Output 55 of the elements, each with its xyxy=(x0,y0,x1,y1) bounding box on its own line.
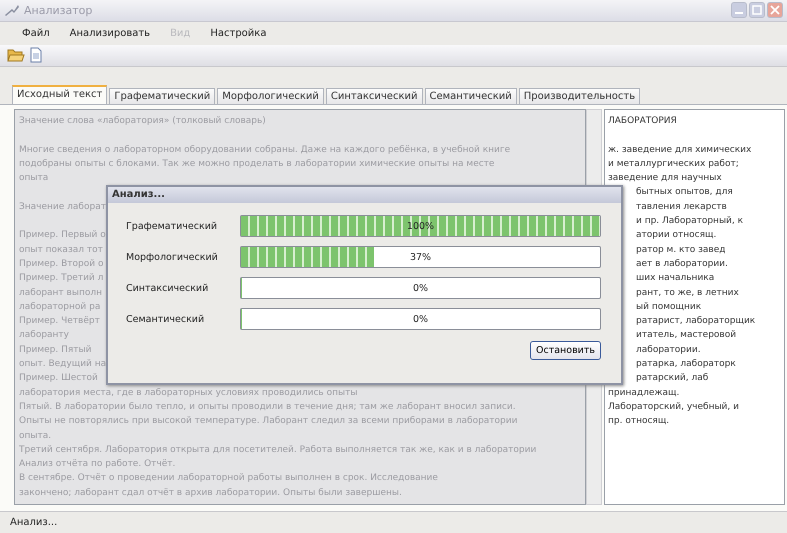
text-line: лаборант выполн xyxy=(19,286,102,300)
text-line: опыта. xyxy=(19,430,52,443)
text-line: Пример. Второй о xyxy=(19,258,104,271)
dialog-title: Анализ... xyxy=(108,187,621,203)
text-line: ый помощник xyxy=(636,300,702,314)
text-line: Пример. Шестой xyxy=(19,372,98,386)
text-line: Пример. Третий л xyxy=(19,272,104,286)
text-line: Значение слова «лаборатория» (толковый словарь) xyxy=(19,115,266,128)
progress-reading: 37% xyxy=(408,250,432,264)
text-line: тавления лекарств xyxy=(636,200,727,214)
text-line: Пример. Первый о xyxy=(19,229,106,242)
text-line: Анализ отчёта по работе. Отчёт. xyxy=(19,458,176,472)
progress-label: Морфологический xyxy=(126,252,219,262)
text-line: В сентябре. Отчёт о проведении лабораторной работы выполнен в срок. Исследование xyxy=(19,472,438,486)
text-line: ж. заведение для химических xyxy=(608,144,752,157)
text-line: ших начальника xyxy=(636,272,714,286)
status-text: Анализ... xyxy=(10,516,58,528)
text-line: Значение лаборат xyxy=(19,200,106,214)
text-line: ратарка, лабораторк xyxy=(636,358,736,372)
text-line: лабораторной ра xyxy=(19,300,100,314)
text-line: и пр. Лабораторный, к xyxy=(636,215,744,228)
text-line: ЛАБОРАТОРИЯ xyxy=(608,115,677,128)
text-line: заведение для научных xyxy=(608,172,722,186)
text-line: Пример. Пятый xyxy=(19,344,92,357)
progress-label: Графематический xyxy=(126,220,218,232)
text-line: рант, то же, в летних xyxy=(636,286,739,300)
text-line: подобраны опыты с блоками. Так же можно проделать в лаборатории химические опыты на месте xyxy=(19,158,494,171)
text-line: итатель, мастеровой xyxy=(636,329,736,342)
text-line: Пятый. В лаборатории было тепло, и опыты проводили в течение дня; там же лаборант вносил записи. xyxy=(19,400,516,414)
text-line: ратарист, лабораторщик xyxy=(636,315,756,328)
progress-label: Синтаксический xyxy=(126,282,210,294)
text-line: Многие сведения о лабораторном оборудовании собраны. Даже на каждого ребёнка, в учебной книге xyxy=(19,144,510,157)
text-line: закончено; лаборант сдал отчёт в архив лаборатории. Опыты были завершены. xyxy=(19,486,402,500)
text-line: атории относящ. xyxy=(636,229,716,242)
text-line: бытных опытов, для xyxy=(636,186,733,200)
text-line: опыта xyxy=(19,172,48,186)
progress-reading: 0% xyxy=(412,312,430,326)
text-line: опыт. Ведущий на xyxy=(19,358,106,372)
text-line: Лабораторский, учебный, и xyxy=(608,400,739,414)
text-line: ратор м. кто завед xyxy=(636,244,726,257)
window-title: Анализатор xyxy=(24,4,94,17)
text-line: лаборатория места, где в лабораторных условиях проводились опыты xyxy=(19,386,358,400)
text-line: лаборанту xyxy=(19,329,70,342)
text-line: пр. относящ. xyxy=(608,415,670,428)
text-line: принадлежащ. xyxy=(608,386,680,400)
progress-reading: 0% xyxy=(412,282,430,296)
text-line: лаборатории. xyxy=(636,344,701,357)
text-line: и металлургических работ; xyxy=(608,158,739,171)
text-line: опыт показал тот xyxy=(19,244,103,257)
text-line: Третий сентября. Лаборатория открыта для посетителей. Работа выполняется так же, как и в лаборатории xyxy=(19,444,536,457)
progress-label: Семантический xyxy=(126,314,206,324)
text-line: ратарский, лаб xyxy=(636,372,708,386)
text-line: Опыты не повторялись при высокой температуре. Лаборант следил за всеми приборами в лаборатории xyxy=(19,415,518,428)
text-line: ает в лаборатории. xyxy=(636,258,728,271)
text-line: Пример. Четвёрт xyxy=(19,315,100,328)
